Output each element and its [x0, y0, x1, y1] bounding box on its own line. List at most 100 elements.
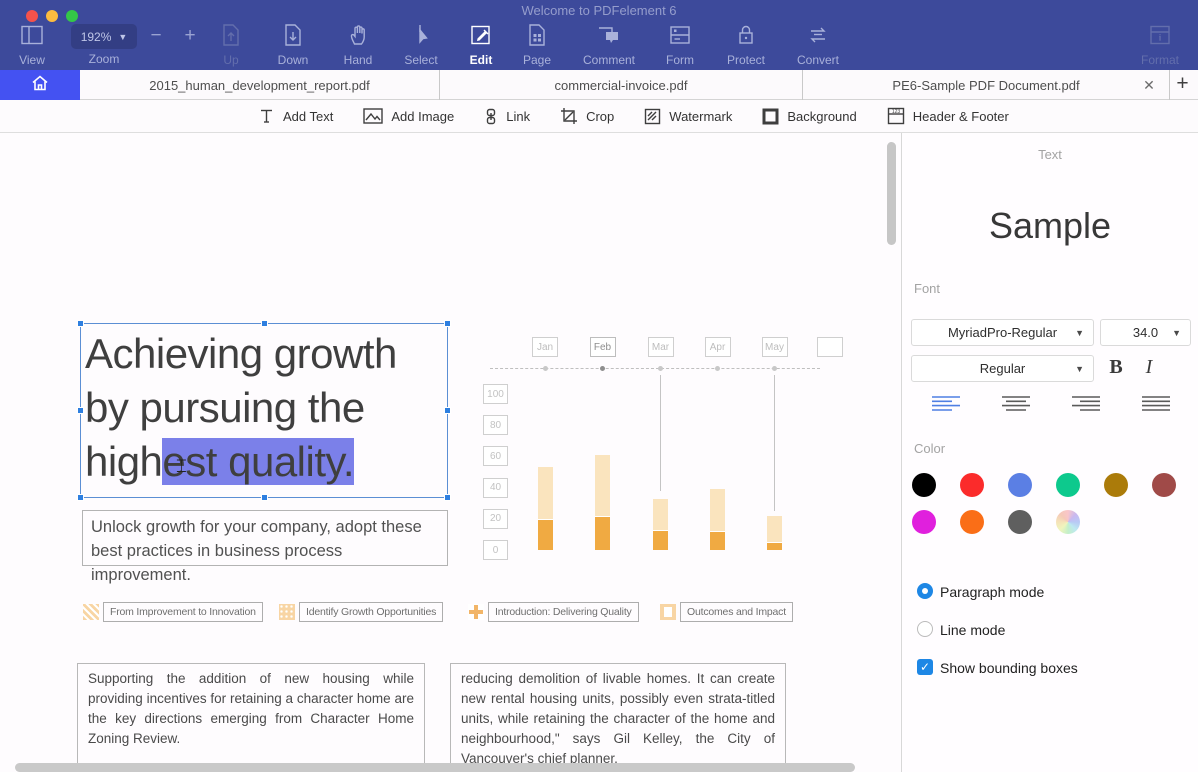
crop-button[interactable]: Crop: [560, 107, 614, 125]
chart-bar[interactable]: [538, 467, 553, 550]
view-button[interactable]: View: [1, 21, 63, 67]
chart-month-box[interactable]: Jan: [532, 337, 558, 357]
text-column-right[interactable]: reducing demolition of livable homes. It…: [450, 663, 786, 772]
form-tool-button[interactable]: Form: [649, 21, 711, 67]
add-text-button[interactable]: Add Text: [258, 108, 333, 125]
document-subtitle[interactable]: Unlock growth for your company, adopt th…: [82, 510, 448, 566]
align-center-button[interactable]: [1000, 395, 1032, 412]
panel-title: Text: [902, 147, 1198, 162]
line-mode-label: Line mode: [940, 622, 1005, 638]
chart-month-box[interactable]: Feb: [590, 337, 616, 357]
zoom-out-button[interactable]: −: [143, 24, 169, 49]
background-button[interactable]: Background: [762, 108, 856, 125]
comment-tool-button[interactable]: Comment: [574, 21, 644, 67]
color-section-label: Color: [914, 441, 945, 456]
show-bounding-boxes-checkbox[interactable]: ✓: [917, 659, 933, 675]
chart-bar[interactable]: [595, 455, 610, 550]
tab-document-1[interactable]: 2015_human_development_report.pdf: [80, 70, 440, 100]
watermark-button[interactable]: Watermark: [644, 108, 732, 125]
text-column-left[interactable]: Supporting the addition of new housing w…: [77, 663, 425, 772]
selected-text[interactable]: est quality.: [162, 438, 354, 485]
align-right-button[interactable]: [1070, 395, 1102, 412]
resize-handle-nw[interactable]: [77, 320, 84, 327]
new-tab-button[interactable]: +: [1169, 70, 1196, 100]
plus-icon: [468, 604, 484, 620]
tab-document-2[interactable]: commercial-invoice.pdf: [440, 70, 803, 100]
chip-outcomes-impact[interactable]: Outcomes and Impact: [660, 601, 793, 622]
color-swatch-orange[interactable]: [960, 510, 984, 534]
chip-improvement-innovation[interactable]: From Improvement to Innovation: [83, 601, 263, 622]
color-swatch-blue[interactable]: [1008, 473, 1032, 497]
bold-button[interactable]: B: [1103, 356, 1129, 379]
chip-delivering-quality[interactable]: Introduction: Delivering Quality: [468, 601, 639, 622]
resize-handle-ne[interactable]: [444, 320, 451, 327]
resize-handle-sw[interactable]: [77, 494, 84, 501]
line-mode-radio[interactable]: [917, 621, 933, 637]
color-swatch-red[interactable]: [960, 473, 984, 497]
hand-tool-button[interactable]: Hand: [327, 21, 389, 67]
color-swatch-black[interactable]: [912, 473, 936, 497]
resize-handle-e[interactable]: [444, 407, 451, 414]
top-toolbar: Welcome to PDFelement 6 View 192% ▼ Zoom…: [0, 0, 1198, 70]
color-swatch-dark-yellow[interactable]: [1104, 473, 1128, 497]
format-panel-button[interactable]: i Format: [1129, 21, 1191, 67]
form-icon: [649, 21, 711, 49]
page-down-button[interactable]: Down: [262, 21, 324, 67]
color-swatch-maroon[interactable]: [1152, 473, 1176, 497]
vertical-scrollbar[interactable]: [887, 142, 896, 245]
font-size-dropdown[interactable]: 34.0 ▼: [1100, 319, 1191, 346]
stripes-icon: [83, 604, 99, 620]
chart[interactable]: JanFebMarAprMay100806040200: [470, 318, 890, 573]
edit-icon: [450, 21, 512, 49]
resize-handle-s[interactable]: [261, 494, 268, 501]
format-panel: Text Sample Font MyriadPro-Regular ▼ 34.…: [901, 133, 1198, 772]
format-info-icon: i: [1129, 21, 1191, 49]
color-swatch-magenta[interactable]: [912, 510, 936, 534]
color-swatch-green[interactable]: [1056, 473, 1080, 497]
page-icon: [506, 21, 568, 49]
chart-bar[interactable]: [653, 499, 668, 550]
font-style-dropdown[interactable]: Regular ▼: [911, 355, 1094, 382]
document-heading[interactable]: Achieving growth by pursuing the highest…: [85, 327, 397, 489]
italic-button[interactable]: I: [1136, 356, 1162, 379]
document-canvas[interactable]: Achieving growth by pursuing the highest…: [0, 133, 901, 772]
lock-icon: [715, 21, 777, 49]
protect-tool-button[interactable]: Protect: [715, 21, 777, 67]
select-tool-button[interactable]: Select: [390, 21, 452, 67]
chevron-down-icon: ▼: [118, 32, 127, 42]
align-left-button[interactable]: [930, 395, 962, 412]
chart-month-box[interactable]: May: [762, 337, 788, 357]
font-family-dropdown[interactable]: MyriadPro-Regular ▼: [911, 319, 1094, 346]
link-button[interactable]: Link: [484, 108, 530, 125]
convert-tool-button[interactable]: Convert: [787, 21, 849, 67]
page-up-button[interactable]: Up: [200, 21, 262, 67]
chart-month-box[interactable]: Mar: [648, 337, 674, 357]
home-tab-button[interactable]: [0, 70, 80, 100]
chip-growth-opportunities[interactable]: Identify Growth Opportunities: [279, 601, 443, 622]
header-footer-button[interactable]: 123 Header & Footer: [887, 107, 1009, 125]
paragraph-mode-radio[interactable]: [917, 583, 933, 599]
horizontal-scrollbar[interactable]: [15, 763, 855, 772]
resize-handle-n[interactable]: [261, 320, 268, 327]
home-icon: [31, 74, 49, 97]
zoom-group-label: Zoom: [73, 52, 135, 68]
zoom-level-dropdown[interactable]: 192% ▼: [71, 24, 137, 49]
page-tool-button[interactable]: Page: [506, 21, 568, 67]
link-icon: [484, 108, 498, 125]
color-swatch-gray[interactable]: [1008, 510, 1032, 534]
chart-bar[interactable]: [710, 489, 725, 550]
header-footer-icon: 123: [887, 107, 905, 125]
align-justify-button[interactable]: [1140, 395, 1172, 412]
chart-month-box[interactable]: Apr: [705, 337, 731, 357]
resize-handle-se[interactable]: [444, 494, 451, 501]
tab-document-3[interactable]: PE6-Sample PDF Document.pdf ✕: [803, 70, 1170, 100]
chart-y-tick: 0: [483, 540, 508, 560]
resize-handle-w[interactable]: [77, 407, 84, 414]
chart-month-box-empty[interactable]: [817, 337, 843, 357]
chart-bar[interactable]: [767, 516, 782, 550]
add-image-button[interactable]: Add Image: [363, 108, 454, 124]
color-swatch-color-wheel[interactable]: [1056, 510, 1080, 534]
chart-leader-line-mar: [660, 375, 661, 491]
tab-close-icon[interactable]: ✕: [1141, 77, 1157, 93]
edit-tool-button[interactable]: Edit: [450, 21, 512, 67]
